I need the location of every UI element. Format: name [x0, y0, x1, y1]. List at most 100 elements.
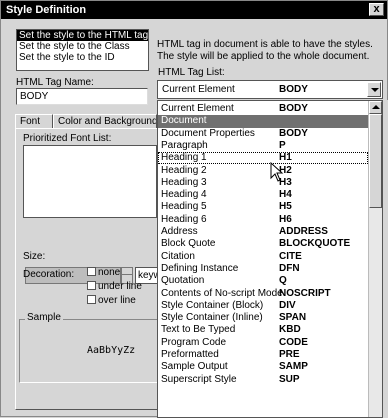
tab-font[interactable]: Font — [15, 114, 53, 129]
dropdown-item-name: Address — [161, 226, 198, 237]
decoration-none[interactable]: none — [87, 267, 120, 279]
dropdown-item[interactable]: Heading 6 H6 — [158, 214, 368, 226]
dropdown-item[interactable]: Sample Output SAMP — [158, 361, 368, 373]
chevron-down-icon[interactable] — [367, 82, 381, 97]
dropdown-item-name: Superscript Style — [161, 373, 237, 385]
close-button[interactable]: x — [369, 3, 384, 16]
size-label: Size: — [23, 251, 46, 262]
dropdown-item[interactable]: Document — [158, 115, 368, 128]
target-item-html-tag[interactable]: Set the style to the HTML tag — [17, 30, 148, 41]
dropdown-item-name: Quotation — [161, 275, 205, 287]
dropdown-item-name: Block Quote — [161, 238, 216, 250]
decoration-underline-label: under line — [98, 281, 142, 292]
dropdown-item-name: Style Container (Inline) — [161, 312, 263, 324]
tag-list-combo[interactable]: Current Element BODY — [157, 80, 383, 99]
font-list[interactable] — [23, 145, 157, 218]
dropdown-item[interactable]: Defining Instance DFN — [158, 263, 368, 275]
dropdown-item[interactable]: Heading 4 H4 — [158, 189, 368, 201]
dropdown-item-name: Paragraph — [161, 139, 208, 151]
tag-list-dropdown[interactable]: Current Element BODY Document Document Prop… — [157, 100, 383, 418]
combo-selected-tag: BODY — [279, 84, 308, 95]
dropdown-item-tag: SUP — [279, 373, 300, 385]
dropdown-item[interactable]: Heading 1 H1 — [158, 152, 368, 165]
scrollbar[interactable] — [368, 101, 382, 417]
dropdown-item-name: Heading 1 — [161, 152, 207, 164]
dropdown-item-name: Heading 3 — [161, 176, 207, 188]
dropdown-item[interactable]: Quotation Q — [158, 275, 368, 287]
tag-name-label: HTML Tag Name: — [16, 77, 94, 88]
dropdown-item-name: Current Element — [161, 103, 234, 114]
dropdown-item[interactable]: Program Code CODE — [158, 337, 368, 349]
dropdown-item-tag: SPAN — [279, 312, 307, 324]
dropdown-item-name: Citation — [161, 250, 195, 262]
decoration-underline[interactable]: under line — [87, 281, 142, 293]
target-item-class[interactable]: Set the style to the Class — [17, 41, 148, 52]
dropdown-item[interactable]: Preformatted PRE — [158, 349, 368, 361]
dropdown-item[interactable]: Style Container (Inline) SPAN — [158, 312, 368, 324]
dialog-edge — [383, 100, 388, 418]
decoration-overline-label: over line — [98, 295, 136, 306]
dropdown-item-name: Program Code — [161, 336, 227, 348]
dropdown-item-tag: H6 — [279, 213, 292, 225]
dropdown-item-tag: DFN — [279, 262, 300, 274]
dropdown-item[interactable]: Address ADDRESS — [158, 226, 368, 238]
dropdown-item-tag: H5 — [279, 201, 292, 213]
window-title: Style Definition — [6, 4, 87, 16]
dropdown-item-tag: DIV — [279, 299, 296, 311]
dropdown-item[interactable]: Superscript Style SUP — [158, 374, 368, 386]
scroll-up-button[interactable] — [369, 101, 382, 114]
mouse-cursor-icon — [270, 162, 284, 182]
decoration-options: none under line over line — [87, 263, 159, 307]
decoration-label: Decoration: — [23, 269, 75, 280]
dropdown-item-tag: BODY — [279, 127, 308, 139]
sample-text: AaBbYyZz — [87, 345, 136, 356]
dropdown-item-name: Heading 6 — [161, 213, 207, 225]
dropdown-item[interactable]: Heading 2 H2 — [158, 165, 368, 177]
dropdown-item[interactable]: Paragraph P — [158, 140, 368, 152]
style-target-list[interactable]: Set the style to the HTML tag Set the st… — [16, 29, 149, 71]
dropdown-item[interactable]: Contents of No-script Mode NOSCRIPT — [158, 288, 368, 300]
dropdown-item-name: Document Properties — [161, 127, 255, 139]
dropdown-item-tag: CITE — [279, 250, 302, 262]
dropdown-item[interactable]: Style Container (Block) DIV — [158, 300, 368, 312]
dropdown-item-name: Heading 2 — [161, 164, 207, 176]
dropdown-item[interactable]: Document Properties BODY — [158, 128, 368, 140]
checkbox-icon[interactable] — [87, 295, 96, 304]
dropdown-item-tag: NOSCRIPT — [279, 287, 331, 299]
dropdown-item[interactable]: Heading 5 H5 — [158, 201, 368, 213]
dropdown-item[interactable]: Text to Be Typed KBD — [158, 324, 368, 336]
dropdown-item[interactable]: Current Element BODY — [158, 103, 368, 115]
dropdown-item-tag: BODY — [279, 103, 308, 114]
title-bar: Style Definition x — [1, 1, 387, 19]
style-definition-dialog: Style Definition x Set the style to the … — [0, 0, 388, 418]
scroll-thumb[interactable] — [369, 114, 382, 208]
dropdown-item[interactable]: Heading 3 H3 — [158, 177, 368, 189]
dropdown-item-tag: P — [279, 139, 286, 151]
dropdown-item-name: Heading 4 — [161, 189, 207, 201]
dropdown-item-name: Text to Be Typed — [161, 324, 236, 336]
tag-list-label: HTML Tag List: — [158, 67, 225, 78]
tag-name-field[interactable]: BODY — [16, 88, 148, 105]
sample-label: Sample — [25, 312, 63, 323]
dropdown-item-name: Defining Instance — [161, 262, 239, 274]
dropdown-item[interactable]: Citation CITE — [158, 251, 368, 263]
dropdown-item-name: Sample Output — [161, 361, 228, 373]
font-list-label: Prioritized Font List: — [23, 133, 112, 144]
dropdown-item-tag: BLOCKQUOTE — [279, 238, 351, 250]
dropdown-item-tag: ADDRESS — [279, 226, 328, 237]
dropdown-item-tag: KBD — [279, 324, 301, 336]
dropdown-item-name: Document — [161, 115, 207, 127]
target-item-id[interactable]: Set the style to the ID — [17, 52, 148, 63]
dropdown-item-name: Preformatted — [161, 349, 219, 360]
dropdown-item-tag: PRE — [279, 349, 300, 360]
description-text: HTML tag in document is able to have the… — [157, 39, 373, 62]
dropdown-item-name: Style Container (Block) — [161, 299, 264, 311]
dropdown-item[interactable]: Block Quote BLOCKQUOTE — [158, 238, 368, 250]
decoration-none-label: none — [98, 267, 121, 278]
tab-color-background[interactable]: Color and Background — [53, 114, 157, 129]
checkbox-icon[interactable] — [87, 267, 96, 276]
dropdown-item-tag: CODE — [279, 336, 308, 348]
checkbox-icon[interactable] — [87, 281, 96, 290]
combo-selected-name: Current Element — [162, 84, 235, 95]
decoration-overline[interactable]: over line — [87, 295, 136, 307]
